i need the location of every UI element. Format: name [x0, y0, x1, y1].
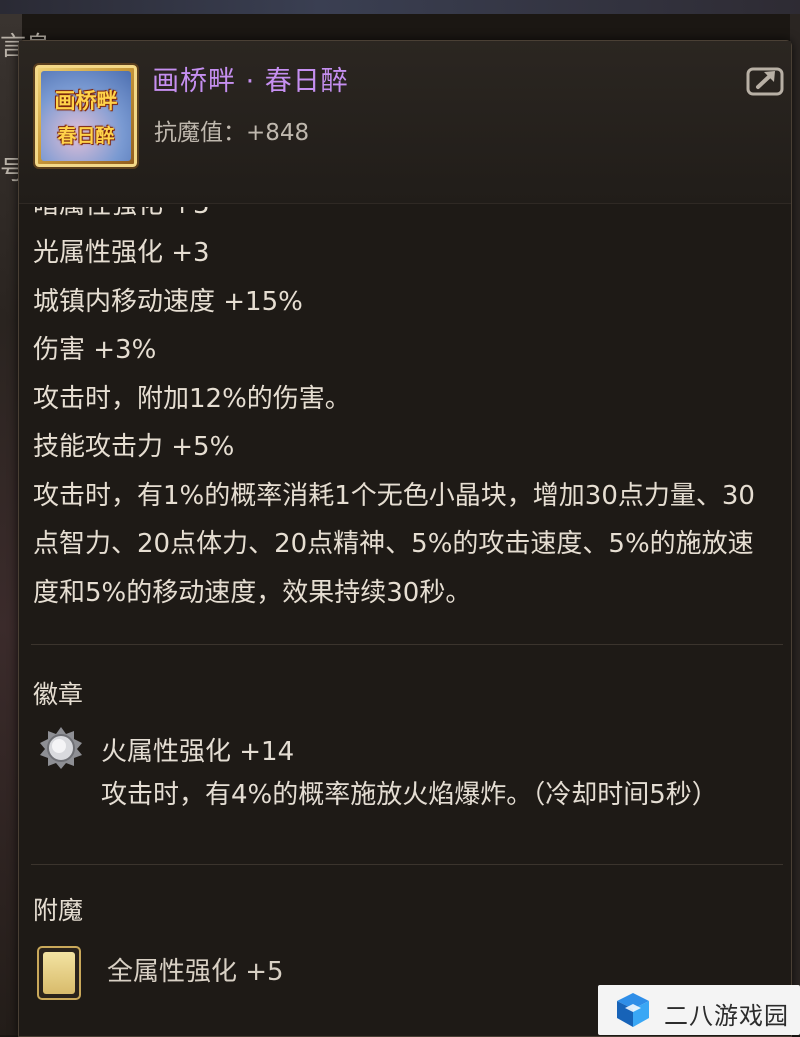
badge-section-title: 徽章 — [33, 680, 84, 709]
share-button[interactable] — [746, 63, 786, 97]
attribute-bonus-damage: 攻击时，附加12%的伤害。 — [33, 383, 351, 414]
item-avatar-icon: 画桥畔 春日醉 — [33, 63, 139, 169]
share-icon — [746, 67, 784, 96]
enchant-card-icon — [37, 946, 81, 1000]
attribute-light-element: 光属性强化 +3 — [33, 238, 210, 268]
item-tooltip: 画桥畔 春日醉 画桥畔 · 春日醉 抗魔值：+848 暗属性强化 +3 光属性强… — [18, 40, 792, 1037]
enchant-section-title: 附魔 — [33, 896, 84, 925]
attribute-cut-text: 暗属性强化 +3 — [33, 207, 210, 229]
item-icon-title-line1: 画桥畔 — [54, 88, 118, 113]
item-name: 画桥畔 · 春日醉 — [152, 66, 349, 97]
silver-badge-icon — [40, 727, 82, 769]
enchant-card-face — [43, 952, 75, 994]
divider — [31, 644, 783, 645]
watermark-text: 二八游戏园 — [664, 1002, 789, 1030]
badge-name: 火属性强化 +14 — [101, 737, 295, 767]
tooltip-header: 画桥畔 春日醉 画桥畔 · 春日醉 抗魔值：+848 — [19, 41, 791, 204]
attribute-list: 暗属性强化 +3 光属性强化 +3 城镇内移动速度 +15% 伤害 +3% 攻击… — [33, 207, 773, 617]
item-icon-title-line2: 春日醉 — [57, 125, 115, 147]
attribute-skill-attack: 技能攻击力 +5% — [33, 432, 235, 462]
enchant-effect: 全属性强化 +5 — [107, 957, 284, 987]
attribute-town-move-speed: 城镇内移动速度 +15% — [33, 286, 303, 317]
item-magic-resist-stat: 抗魔值：+848 — [154, 120, 310, 146]
attribute-damage: 伤害 +3% — [33, 335, 157, 365]
background-top-strip — [0, 0, 800, 14]
attribute-proc-effect: 攻击时，有1%的概率消耗1个无色小晶块，增加30点力量、30点智力、20点体力、… — [33, 480, 755, 608]
cube-logo-icon — [617, 993, 649, 1027]
watermark: 二八游戏园 — [598, 985, 800, 1035]
attribute-cut-line: 暗属性强化 +3 — [33, 207, 773, 229]
badge-description: 攻击时，有4%的概率施放火焰爆炸。（冷却时间5秒） — [101, 780, 718, 810]
divider — [31, 864, 783, 865]
